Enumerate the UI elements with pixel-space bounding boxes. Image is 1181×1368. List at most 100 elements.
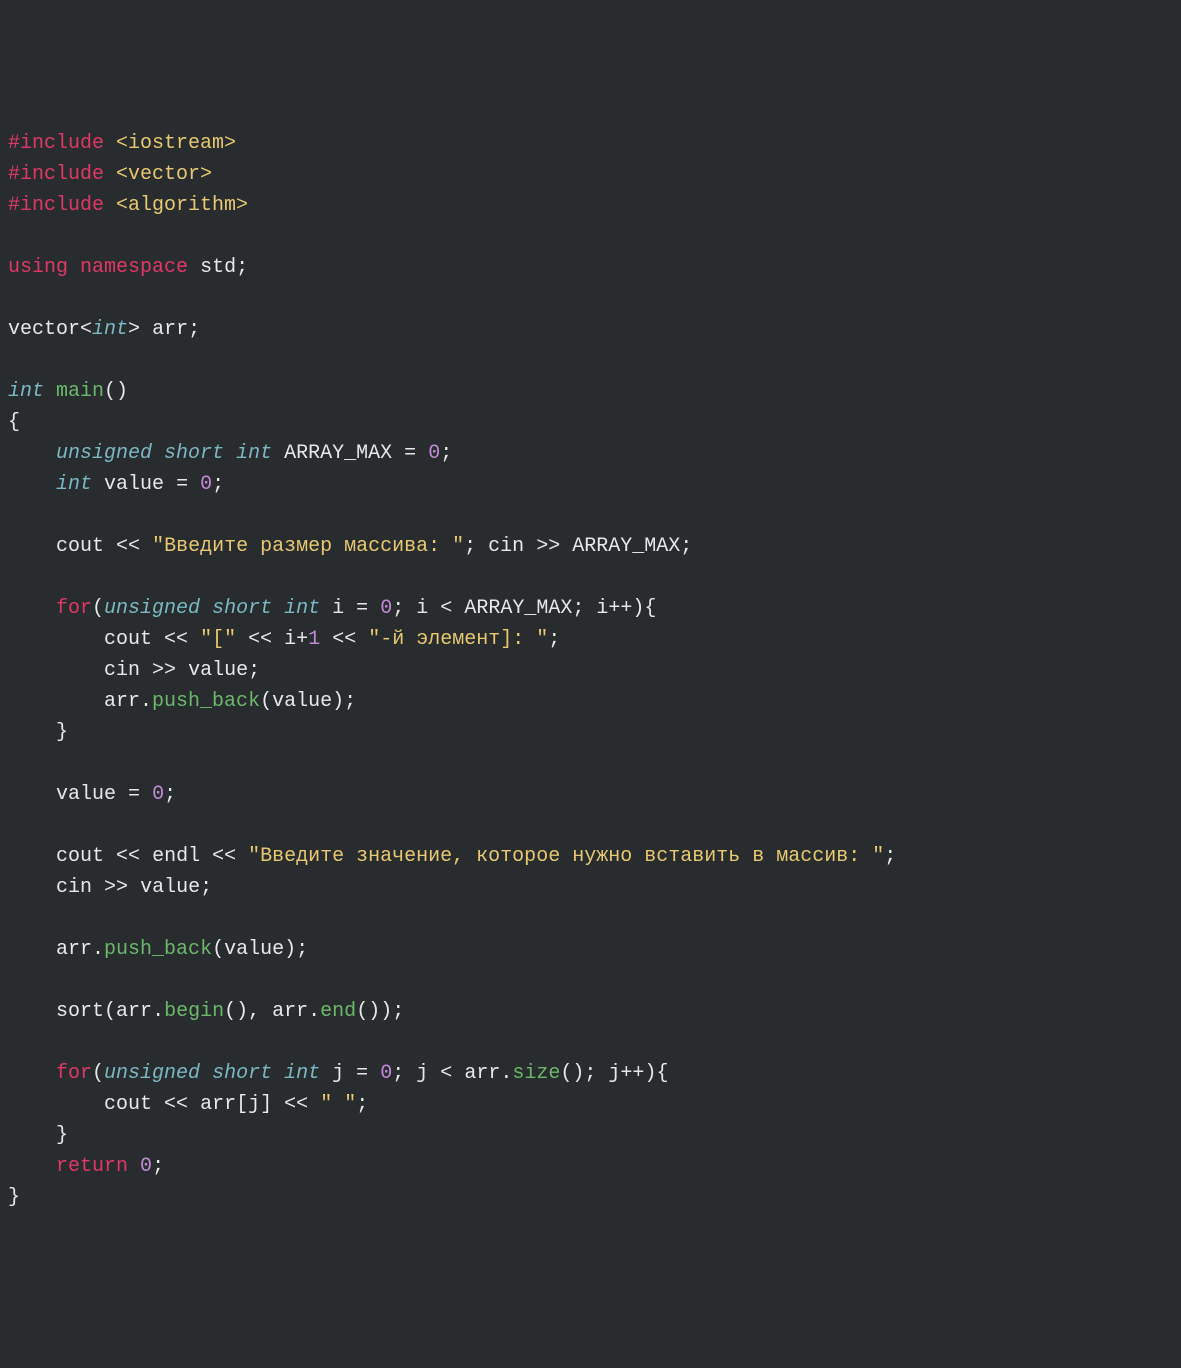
code-line: #include <algorithm> xyxy=(8,194,248,217)
paren-open: ( xyxy=(260,690,272,713)
operator-stream: >> xyxy=(104,876,128,899)
keyword-using: using xyxy=(8,256,68,279)
operator-assign: = xyxy=(404,442,416,465)
identifier: arr xyxy=(56,938,92,961)
code-line: cout << arr[j] << " "; xyxy=(8,1093,368,1116)
semicolon: ; xyxy=(356,1093,368,1116)
parentheses: () xyxy=(356,1000,380,1023)
parentheses: () xyxy=(560,1062,584,1085)
identifier: arr xyxy=(104,690,140,713)
code-line: return 0; xyxy=(8,1155,164,1178)
identifier: cin xyxy=(104,659,140,682)
identifier: vector xyxy=(8,318,80,341)
code-line: using namespace std; xyxy=(8,256,248,279)
number: 0 xyxy=(140,1155,152,1178)
operator-assign: = xyxy=(356,597,368,620)
semicolon: ; xyxy=(344,690,356,713)
code-line: int main() xyxy=(8,380,128,403)
brace-open: { xyxy=(656,1062,668,1085)
semicolon: ; xyxy=(392,1000,404,1023)
identifier: std xyxy=(200,256,236,279)
function-main: main xyxy=(56,380,104,403)
include-target: <vector> xyxy=(116,163,212,186)
code-line: } xyxy=(8,1124,68,1147)
semicolon: ; xyxy=(188,318,200,341)
preprocessor-include: #include xyxy=(8,194,104,217)
string-literal: "Введите значение, которое нужно вставит… xyxy=(248,845,884,868)
code-line: #include <iostream> xyxy=(8,132,236,155)
identifier: cin xyxy=(56,876,92,899)
operator-stream: >> xyxy=(152,659,176,682)
operator-stream: << xyxy=(116,535,140,558)
operator-stream: << xyxy=(284,1093,308,1116)
semicolon: ; xyxy=(464,535,476,558)
brace-close: } xyxy=(56,721,68,744)
semicolon: ; xyxy=(164,783,176,806)
paren-close: ) xyxy=(380,1000,392,1023)
identifier: j xyxy=(248,1093,260,1116)
number: 0 xyxy=(200,473,212,496)
semicolon: ; xyxy=(548,628,560,651)
dot: . xyxy=(500,1062,512,1085)
semicolon: ; xyxy=(248,659,260,682)
preprocessor-include: #include xyxy=(8,132,104,155)
code-line: #include <vector> xyxy=(8,163,212,186)
method-size: size xyxy=(512,1062,560,1085)
identifier: i xyxy=(332,597,344,620)
keyword-short: short xyxy=(164,442,224,465)
brace-close: } xyxy=(56,1124,68,1147)
identifier: ARRAY_MAX xyxy=(572,535,680,558)
code-block: #include <iostream> #include <vector> #i… xyxy=(8,128,1173,1213)
code-line: unsigned short int ARRAY_MAX = 0; xyxy=(8,442,452,465)
type-int: int xyxy=(56,473,92,496)
keyword-int: int xyxy=(284,1062,320,1085)
operator-stream: << xyxy=(116,845,140,868)
semicolon: ; xyxy=(236,256,248,279)
code-line: vector<int> arr; xyxy=(8,318,200,341)
operator-assign: = xyxy=(128,783,140,806)
method-push-back: push_back xyxy=(104,938,212,961)
type-int: int xyxy=(8,380,44,403)
code-line: { xyxy=(8,411,20,434)
code-line: sort(arr.begin(), arr.end()); xyxy=(8,1000,404,1023)
paren-close: ) xyxy=(332,690,344,713)
paren-open: ( xyxy=(92,1062,104,1085)
keyword-return: return xyxy=(56,1155,128,1178)
semicolon: ; xyxy=(884,845,896,868)
semicolon: ; xyxy=(572,597,584,620)
operator-increment: ++ xyxy=(608,597,632,620)
method-begin: begin xyxy=(164,1000,224,1023)
keyword-for: for xyxy=(56,597,92,620)
parentheses: () xyxy=(104,380,128,403)
code-line: } xyxy=(8,1186,20,1209)
semicolon: ; xyxy=(440,442,452,465)
operator-plus: + xyxy=(296,628,308,651)
angle-bracket: > xyxy=(128,318,140,341)
operator-stream: << xyxy=(164,628,188,651)
identifier: arr xyxy=(464,1062,500,1085)
keyword-short: short xyxy=(212,597,272,620)
brace-open: { xyxy=(8,411,20,434)
number: 0 xyxy=(428,442,440,465)
paren-open: ( xyxy=(212,938,224,961)
paren-close: ) xyxy=(644,1062,656,1085)
identifier: cout xyxy=(104,1093,152,1116)
paren-open: ( xyxy=(104,1000,116,1023)
preprocessor-include: #include xyxy=(8,163,104,186)
operator-stream: >> xyxy=(536,535,560,558)
identifier: value xyxy=(56,783,116,806)
dot: . xyxy=(92,938,104,961)
identifier: arr xyxy=(152,318,188,341)
dot: . xyxy=(308,1000,320,1023)
keyword-int: int xyxy=(236,442,272,465)
operator-assign: = xyxy=(176,473,188,496)
identifier: endl xyxy=(152,845,200,868)
code-line: value = 0; xyxy=(8,783,176,806)
bracket-close: ] xyxy=(260,1093,272,1116)
identifier: j xyxy=(608,1062,620,1085)
number: 0 xyxy=(380,597,392,620)
semicolon: ; xyxy=(584,1062,596,1085)
operator-stream: << xyxy=(212,845,236,868)
identifier: j xyxy=(416,1062,428,1085)
identifier: value xyxy=(188,659,248,682)
